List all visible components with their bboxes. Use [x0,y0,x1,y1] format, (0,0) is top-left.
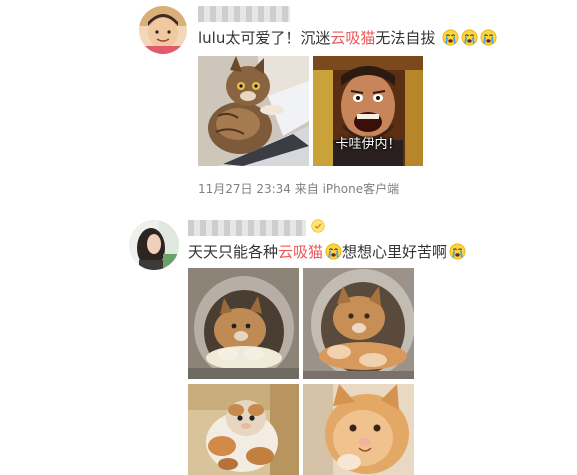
scottish-fold-box-photo[interactable] [188,384,299,475]
crying-face-icon [442,29,459,46]
cat-on-laptop-photo[interactable] [198,56,309,166]
post-text-2-before: 天天只能各种 [188,243,279,261]
post-text-1-after: 无法自拔 [375,29,436,47]
post-text-1-before: lulu太可爱了！沉迷 [198,29,331,47]
post-text-2: 天天只能各种云吸猫 想想心里好苦啊 [188,242,466,262]
crying-face-icon [325,243,342,260]
avatar-user-2[interactable] [129,220,179,270]
crying-face-icon [449,243,466,260]
post-text-1: lulu太可爱了！沉迷云吸猫无法自拔 [198,28,497,48]
crying-face-icon [461,29,478,46]
sparkle-badge-icon [311,219,325,233]
ginger-kitten-closeup-photo[interactable] [303,384,414,475]
screaming-man-meme-photo[interactable]: 卡哇伊内！ [313,56,423,166]
username-user-1-redacted[interactable] [198,6,290,22]
username-user-2-redacted[interactable] [188,220,306,236]
meme-caption: 卡哇伊内！ [335,137,401,152]
topic-link-yun-xi-mao[interactable]: 云吸猫 [330,29,375,47]
post-text-2-middle: 想想心里好苦啊 [342,243,448,261]
cat-in-bed-photo-1[interactable] [188,268,299,379]
crying-face-icon [480,29,497,46]
avatar-user-1[interactable] [139,6,187,54]
weibo-comment-feed: lulu太可爱了！沉迷云吸猫无法自拔 卡哇伊内！ 11月27日 23:34 来自… [0,0,577,475]
topic-link-yun-xi-mao[interactable]: 云吸猫 [278,243,323,261]
cat-in-bed-photo-2[interactable] [303,268,414,379]
timestamp-post-1[interactable]: 11月27日 23:34 来自 iPhone客户端 [198,180,399,197]
